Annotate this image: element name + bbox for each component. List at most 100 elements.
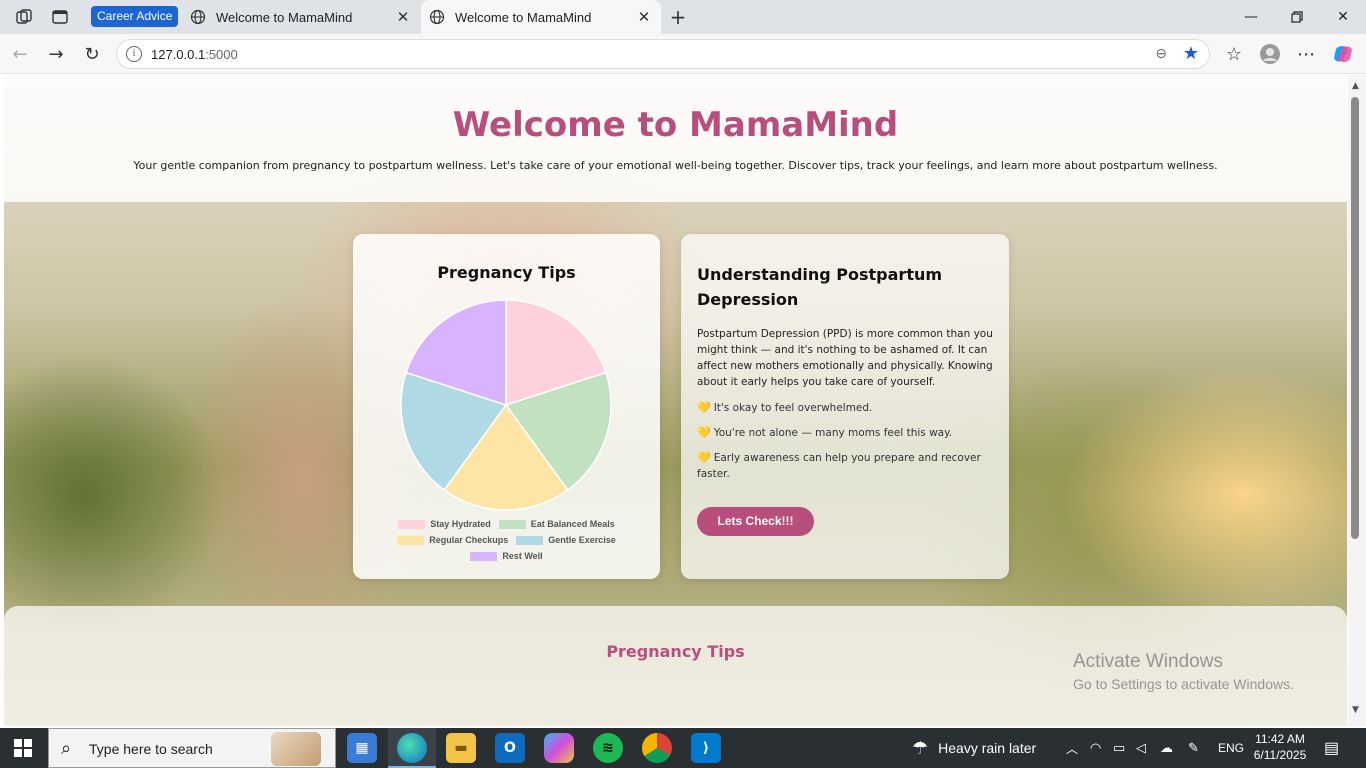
watermark-line2: Go to Settings to activate Windows.: [1073, 676, 1294, 692]
globe-icon: [429, 9, 445, 25]
page-scrollbar[interactable]: ▲ ▼: [1348, 75, 1366, 726]
favorite-star-icon[interactable]: ★: [1183, 43, 1199, 64]
onedrive-cloud-icon[interactable]: ☁: [1160, 728, 1173, 768]
tab-group-chip[interactable]: Career Advice: [91, 6, 179, 27]
scroll-thumb[interactable]: [1351, 97, 1359, 539]
new-tab-plus-icon[interactable]: +: [667, 5, 689, 29]
edge-browser-icon[interactable]: [397, 733, 427, 763]
chrome-icon[interactable]: [642, 733, 672, 763]
ppd-title: Understanding Postpartum Depression: [697, 265, 943, 309]
url-text: 127.0.0.1:5000: [151, 47, 238, 62]
wifi-icon[interactable]: ◠: [1090, 728, 1101, 768]
ppd-points-list: 💛 It's okay to feel overwhelmed. 💛 You're …: [697, 400, 993, 491]
yellow-heart-icon: 💛: [697, 426, 711, 439]
language-indicator[interactable]: ENG: [1218, 728, 1244, 768]
scroll-down-arrow-icon[interactable]: ▼: [1352, 705, 1359, 715]
vertical-tabs-icon[interactable]: [49, 6, 71, 28]
list-item: 💛 It's okay to feel overwhelmed.: [697, 401, 873, 414]
volume-icon[interactable]: ◁: [1136, 728, 1146, 768]
legend-label: Rest Well: [502, 551, 543, 561]
list-item: 💛 Early awareness can help you prepare an…: [697, 451, 981, 480]
forward-icon[interactable]: →: [44, 42, 68, 66]
pen-icon[interactable]: ✎: [1188, 728, 1199, 768]
legend-item-rest-well[interactable]: Rest Well: [470, 551, 543, 561]
tab-welcome-active[interactable]: Welcome to MamaMind ✕: [421, 0, 661, 34]
ppd-description: Postpartum Depression (PPD) is more comm…: [697, 328, 993, 388]
outlook-icon[interactable]: O: [495, 733, 525, 763]
file-explorer-icon[interactable]: ▬: [446, 733, 476, 763]
taskbar-search-box[interactable]: ⌕ Type here to search: [48, 728, 336, 768]
clock-date: 6/11/2025: [1253, 748, 1307, 762]
tab-close-icon[interactable]: ✕: [633, 8, 655, 26]
watermark-line1: Activate Windows: [1073, 651, 1223, 672]
scroll-up-arrow-icon[interactable]: ▲: [1352, 81, 1359, 91]
legend-label: Regular Checkups: [429, 535, 509, 545]
restore-icon[interactable]: [1274, 0, 1320, 34]
legend-label: Gentle Exercise: [548, 535, 616, 545]
legend-swatch: [398, 519, 426, 529]
search-icon: ⌕: [61, 738, 72, 759]
weather-widget[interactable]: ☂ Heavy rain later: [912, 728, 1036, 768]
tray-overflow-chevron-icon[interactable]: ︿: [1066, 728, 1078, 768]
legend-row: Stay Hydrated Eat Balanced Meals: [353, 516, 660, 532]
back-icon[interactable]: ←: [8, 42, 32, 66]
windows-taskbar: ⌕ Type here to search ▦ ▬ O ≋ ⟩ ☂ Heavy …: [0, 728, 1366, 768]
legend-label: Eat Balanced Meals: [530, 519, 615, 529]
url-bar[interactable]: i 127.0.0.1:5000 ⊖ ★: [116, 39, 1210, 69]
legend-row: Rest Well: [353, 548, 660, 564]
legend-swatch: [516, 535, 544, 545]
rain-cloud-icon: ☂: [912, 737, 929, 758]
copilot-app-icon[interactable]: [544, 733, 574, 763]
spotify-icon[interactable]: ≋: [593, 733, 623, 763]
list-item: 💛 You're not alone — many moms feel this …: [697, 426, 953, 439]
tab-title: Welcome to MamaMind: [216, 9, 353, 25]
yellow-heart-icon: 💛: [697, 401, 711, 414]
weather-text: Heavy rain later: [938, 740, 1037, 756]
legend-swatch: [397, 535, 425, 545]
system-clock[interactable]: 11:42 AM 6/11/2025: [1244, 731, 1316, 763]
chart-title: Pregnancy Tips: [437, 263, 576, 282]
zoom-icon[interactable]: ⊖: [1155, 46, 1167, 62]
search-highlight-image: [271, 732, 321, 766]
workspaces-icon[interactable]: [13, 6, 35, 28]
vscode-icon[interactable]: ⟩: [691, 733, 721, 763]
refresh-icon[interactable]: ↻: [80, 42, 104, 66]
site-info-icon[interactable]: i: [126, 46, 142, 62]
chart-legend: Stay Hydrated Eat Balanced Meals Regular C…: [353, 516, 660, 564]
legend-row: Regular Checkups Gentle Exercise: [353, 532, 660, 548]
copilot-icon[interactable]: [1331, 42, 1355, 66]
minimize-icon[interactable]: —: [1228, 0, 1274, 34]
more-menu-icon[interactable]: ⋯: [1294, 42, 1318, 66]
notifications-icon[interactable]: ▤: [1324, 728, 1339, 768]
tab-welcome-inactive[interactable]: Welcome to MamaMind ✕: [182, 0, 420, 34]
globe-icon: [190, 9, 206, 25]
postpartum-depression-card: Understanding Postpartum Depression Post…: [681, 234, 1009, 579]
page-subtitle: Your gentle companion from pregnancy to …: [133, 159, 1218, 172]
legend-swatch: [470, 551, 498, 561]
tab-close-icon[interactable]: ✕: [392, 8, 414, 26]
lets-check-button[interactable]: Lets Check!!!: [697, 507, 814, 536]
address-toolbar: ← → ↻ i 127.0.0.1:5000 ⊖ ★ ☆ ⋯: [0, 34, 1366, 74]
web-page: Welcome to MamaMind Your gentle companio…: [4, 75, 1347, 726]
legend-item-gentle-exercise[interactable]: Gentle Exercise: [516, 535, 616, 545]
pregnancy-tips-pie-chart: [400, 299, 612, 511]
clock-time: 11:42 AM: [1255, 732, 1305, 746]
favorites-icon[interactable]: ☆: [1222, 42, 1246, 66]
legend-item-regular-checkups[interactable]: Regular Checkups: [397, 535, 508, 545]
battery-icon[interactable]: ▭: [1113, 728, 1125, 768]
legend-item-eat-balanced-meals[interactable]: Eat Balanced Meals: [498, 519, 615, 529]
legend-swatch: [498, 519, 526, 529]
legend-label: Stay Hydrated: [430, 519, 491, 529]
close-window-icon[interactable]: ✕: [1320, 0, 1366, 34]
microsoft-store-icon[interactable]: ▦: [347, 733, 377, 763]
search-placeholder: Type here to search: [89, 741, 213, 757]
tab-title: Welcome to MamaMind: [455, 9, 592, 25]
browser-tab-strip: Career Advice Welcome to MamaMind ✕ Welc…: [0, 0, 1366, 34]
profile-avatar-icon[interactable]: [1258, 42, 1282, 66]
yellow-heart-icon: 💛: [697, 451, 711, 464]
activate-windows-watermark: Activate Windows Go to Settings to activ…: [1073, 651, 1294, 692]
legend-item-stay-hydrated[interactable]: Stay Hydrated: [398, 519, 491, 529]
page-title: Welcome to MamaMind: [452, 105, 899, 145]
pregnancy-tips-chart-card: Pregnancy Tips Stay Hydrated Eat Balanced…: [353, 234, 660, 579]
windows-start-icon[interactable]: [14, 739, 32, 757]
